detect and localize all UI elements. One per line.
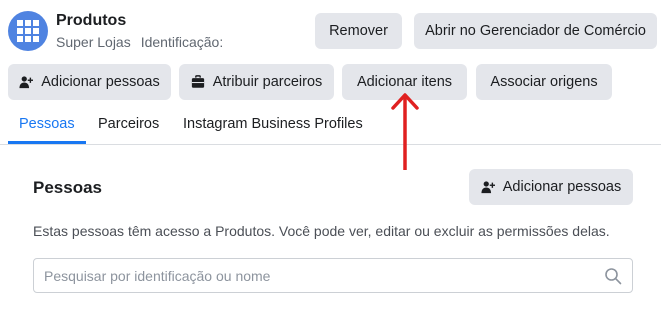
business-name: Super Lojas (56, 34, 131, 50)
people-section-title: Pessoas (33, 178, 102, 197)
red-up-arrow-annotation (391, 93, 419, 170)
asset-subtitle: Super Lojas Identificação: (56, 34, 223, 50)
assign-partners-label: Atribuir parceiros (212, 74, 323, 90)
add-people-label: Adicionar pessoas (41, 74, 160, 90)
tab-people[interactable]: Pessoas (19, 116, 75, 132)
section-add-people-label: Adicionar pessoas (502, 179, 622, 195)
asset-title: Produtos (56, 12, 127, 29)
people-search-box[interactable] (33, 258, 633, 293)
add-person-icon (19, 75, 34, 89)
tab-partners[interactable]: Parceiros (98, 116, 159, 132)
remove-button-label: Remover (329, 23, 388, 39)
open-commerce-manager-button[interactable]: Abrir no Gerenciador de Comércio (414, 13, 657, 49)
asset-id-label: Identificação: (140, 34, 224, 50)
add-people-button[interactable]: Adicionar pessoas (8, 64, 171, 100)
section-add-people-button[interactable]: Adicionar pessoas (469, 169, 633, 205)
add-person-icon (481, 180, 495, 194)
add-items-label: Adicionar itens (356, 74, 453, 90)
associate-sources-label: Associar origens (490, 74, 598, 90)
search-icon[interactable] (604, 267, 622, 285)
assign-partners-button[interactable]: Atribuir parceiros (179, 64, 334, 100)
tab-divider (0, 144, 661, 145)
associate-sources-button[interactable]: Associar origens (476, 64, 612, 100)
tab-instagram-business-profiles[interactable]: Instagram Business Profiles (183, 116, 363, 132)
asset-header: Produtos Super Lojas Identificação: Remov… (0, 0, 661, 145)
open-commerce-manager-label: Abrir no Gerenciador de Comércio (425, 23, 646, 39)
briefcase-icon (191, 75, 205, 89)
people-search-input[interactable] (44, 267, 594, 284)
people-section-description: Estas pessoas têm acesso a Produtos. Voc… (33, 223, 610, 239)
remove-button[interactable]: Remover (315, 13, 402, 49)
catalog-grid-icon (8, 11, 48, 51)
